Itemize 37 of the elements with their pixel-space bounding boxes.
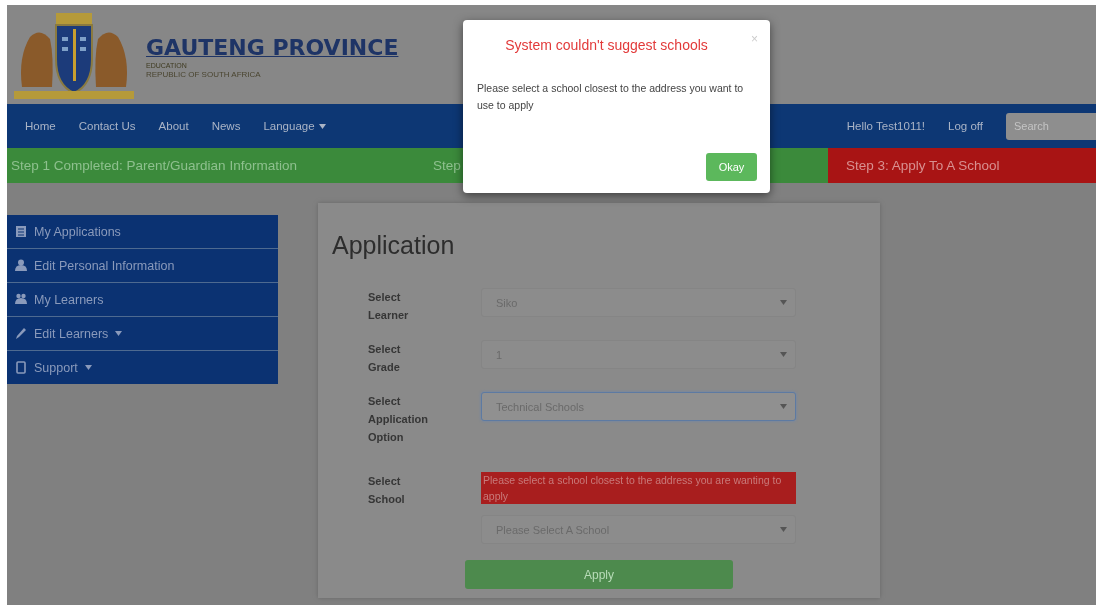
field-label: Select Application Option	[368, 394, 428, 445]
nav-link[interactable]: Language	[263, 120, 326, 132]
sidebar-item[interactable]: My Applications	[7, 215, 278, 249]
nav-link[interactable]: About	[158, 120, 189, 132]
caret-icon	[115, 331, 123, 336]
modal-title: System couldn't suggest schools	[505, 37, 708, 53]
caret-icon	[318, 123, 326, 129]
okay-button[interactable]: Okay	[706, 153, 757, 181]
sidebar-item[interactable]: Edit Personal Information	[7, 249, 278, 283]
nav-link[interactable]: Home	[25, 120, 56, 132]
nav-link[interactable]: Contact Us	[78, 120, 136, 132]
sidebar-item[interactable]: Support	[7, 351, 278, 384]
sidebar-item[interactable]: Edit Learners	[7, 317, 278, 351]
step-banner: Step 3: Apply To A School	[828, 148, 1096, 183]
country-label: REPUBLIC OF SOUTH AFRICA	[146, 69, 262, 79]
pencil-icon	[15, 327, 27, 340]
field-label: Select Grade	[368, 342, 402, 375]
greeting-text: Hello Test1011!	[846, 120, 926, 132]
caret-icon	[780, 527, 787, 532]
field-label: Select Learner	[368, 290, 410, 323]
caret-icon	[780, 352, 787, 357]
field-label: Select School	[368, 474, 406, 507]
log-off-link[interactable]: Log off	[948, 120, 983, 132]
modal-message: Please select a school closest to the address you want to use to apply	[476, 81, 745, 113]
list-icon	[15, 225, 27, 238]
people-icon	[15, 293, 27, 306]
site-title[interactable]: GAUTENG PROVINCE	[146, 34, 399, 60]
step-banner: Step 1 Completed: Parent/Guardian Information	[7, 148, 429, 183]
sidebar-item[interactable]: My Learners	[7, 283, 278, 317]
caret-icon	[780, 300, 787, 305]
caret-icon	[780, 404, 787, 409]
caret-icon	[84, 365, 92, 370]
nav-link[interactable]: News	[211, 120, 241, 132]
person-icon	[15, 259, 27, 272]
form-title: Application	[332, 231, 456, 260]
error-message: Please select a school closest to the address you are wanting to apply	[481, 472, 796, 504]
tablet-icon	[15, 361, 27, 374]
